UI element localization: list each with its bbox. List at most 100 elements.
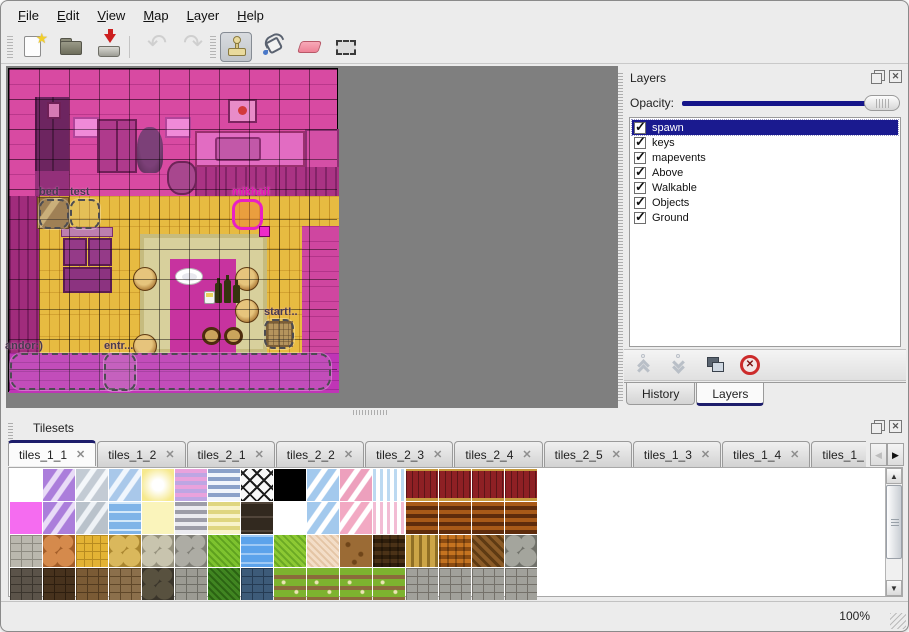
tile-0[interactable]	[10, 469, 42, 501]
tile-39[interactable]	[241, 535, 273, 567]
tileset-tab-tiles_2_3[interactable]: tiles_2_3✕	[365, 441, 453, 467]
layer-visible-checkbox[interactable]: ✓	[634, 167, 646, 179]
tile-8[interactable]	[274, 469, 306, 501]
layer-visible-checkbox[interactable]: ✓	[634, 197, 646, 209]
tab-close-icon[interactable]: ✕	[165, 448, 174, 461]
layer-visible-checkbox[interactable]: ✓	[634, 122, 646, 134]
tile-16[interactable]	[10, 502, 42, 534]
tile-13[interactable]	[439, 469, 471, 501]
tile-48[interactable]	[10, 568, 42, 600]
tile-15[interactable]	[505, 469, 537, 501]
tileset-tab-tiles_2_2[interactable]: tiles_2_2✕	[276, 441, 364, 467]
tilesets-splitter-handle[interactable]	[353, 410, 389, 415]
scroll-up-icon[interactable]: ▲	[886, 468, 902, 484]
opacity-slider[interactable]	[682, 94, 900, 112]
scrollbar-thumb[interactable]	[886, 485, 902, 559]
layer-row-keys[interactable]: ✓keys	[632, 135, 898, 150]
tile-42[interactable]	[340, 535, 372, 567]
tile-21[interactable]	[175, 502, 207, 534]
menu-layer[interactable]: Layer	[178, 6, 229, 25]
tab-close-icon[interactable]: ✕	[255, 448, 264, 461]
tile-2[interactable]	[76, 469, 108, 501]
tile-22[interactable]	[208, 502, 240, 534]
tab-close-icon[interactable]: ✕	[701, 448, 710, 461]
layer-visible-checkbox[interactable]: ✓	[634, 137, 646, 149]
menu-help[interactable]: Help	[228, 6, 273, 25]
open-button[interactable]	[55, 32, 87, 62]
dock-splitter-handle[interactable]	[618, 73, 623, 401]
tile-59[interactable]	[373, 568, 405, 600]
tile-50[interactable]	[76, 568, 108, 600]
tile-18[interactable]	[76, 502, 108, 534]
tile-31[interactable]	[505, 502, 537, 534]
tile-11[interactable]	[373, 469, 405, 501]
close-icon[interactable]: ✕	[889, 420, 902, 433]
scroll-down-icon[interactable]: ▼	[886, 580, 902, 596]
tile-9[interactable]	[307, 469, 339, 501]
tile-61[interactable]	[439, 568, 471, 600]
toolbar-drag-handle[interactable]	[210, 36, 216, 58]
tile-26[interactable]	[340, 502, 372, 534]
duplicate-layer-button[interactable]	[702, 352, 728, 378]
delete-layer-button[interactable]: ✕	[737, 352, 763, 378]
tile-7[interactable]	[241, 469, 273, 501]
tile-23[interactable]	[241, 502, 273, 534]
tile-27[interactable]	[373, 502, 405, 534]
layer-row-Objects[interactable]: ✓Objects	[632, 195, 898, 210]
tileset-tab-tiles_2_5[interactable]: tiles_2_5✕	[544, 441, 632, 467]
tab-close-icon[interactable]: ✕	[790, 448, 799, 461]
tile-25[interactable]	[307, 502, 339, 534]
tile-19[interactable]	[109, 502, 141, 534]
tileset-scrollbar[interactable]: ▲ ▼	[885, 468, 902, 596]
tileset-tiles[interactable]	[10, 469, 537, 600]
tile-14[interactable]	[472, 469, 504, 501]
tile-55[interactable]	[241, 568, 273, 600]
map-canvas[interactable]: bedtestmikhailstart!..entr...andor:)	[8, 68, 338, 392]
new-map-button[interactable]: ★	[17, 32, 49, 62]
float-icon[interactable]	[871, 420, 884, 433]
map-object-bed[interactable]	[39, 199, 69, 229]
resize-grip[interactable]	[890, 613, 906, 629]
close-icon[interactable]: ✕	[889, 70, 902, 83]
tab-close-icon[interactable]: ✕	[344, 448, 353, 461]
tab-close-icon[interactable]: ✕	[76, 448, 85, 461]
tile-17[interactable]	[43, 502, 75, 534]
tile-32[interactable]	[10, 535, 42, 567]
float-icon[interactable]	[871, 70, 884, 83]
tile-63[interactable]	[505, 568, 537, 600]
stamp-brush-button[interactable]	[220, 32, 252, 62]
tile-43[interactable]	[373, 535, 405, 567]
layer-row-mapevents[interactable]: ✓mapevents	[632, 150, 898, 165]
tileset-view[interactable]: ▲ ▼	[8, 467, 903, 597]
tile-47[interactable]	[505, 535, 537, 567]
tile-38[interactable]	[208, 535, 240, 567]
tile-28[interactable]	[406, 502, 438, 534]
tile-37[interactable]	[175, 535, 207, 567]
map-object[interactable]	[10, 353, 331, 390]
undo-button[interactable]: ↶	[141, 32, 173, 62]
tile-51[interactable]	[109, 568, 141, 600]
tile-35[interactable]	[109, 535, 141, 567]
tile-57[interactable]	[307, 568, 339, 600]
menu-view[interactable]: View	[88, 6, 134, 25]
scroll-tabs-left-icon[interactable]: ◀	[870, 443, 887, 466]
tile-52[interactable]	[142, 568, 174, 600]
layer-list[interactable]: ✓spawn✓keys✓mapevents✓Above✓Walkable✓Obj…	[629, 117, 901, 347]
tile-33[interactable]	[43, 535, 75, 567]
layer-row-Walkable[interactable]: ✓Walkable	[632, 180, 898, 195]
tile-6[interactable]	[208, 469, 240, 501]
save-button[interactable]	[93, 32, 125, 62]
tile-1[interactable]	[43, 469, 75, 501]
map-viewport[interactable]: bedtestmikhailstart!..entr...andor:)	[6, 66, 618, 408]
tile-60[interactable]	[406, 568, 438, 600]
tile-46[interactable]	[472, 535, 504, 567]
tile-24[interactable]	[274, 502, 306, 534]
menu-edit[interactable]: Edit	[48, 6, 88, 25]
tileset-tab-tiles_2_4[interactable]: tiles_2_4✕	[454, 441, 542, 467]
tileset-tab-tiles_1_3[interactable]: tiles_1_3✕	[633, 441, 721, 467]
map-object-test[interactable]	[70, 199, 100, 229]
tile-12[interactable]	[406, 469, 438, 501]
layer-row-spawn[interactable]: ✓spawn	[632, 120, 898, 135]
opacity-slider-handle[interactable]	[864, 95, 900, 111]
tile-34[interactable]	[76, 535, 108, 567]
